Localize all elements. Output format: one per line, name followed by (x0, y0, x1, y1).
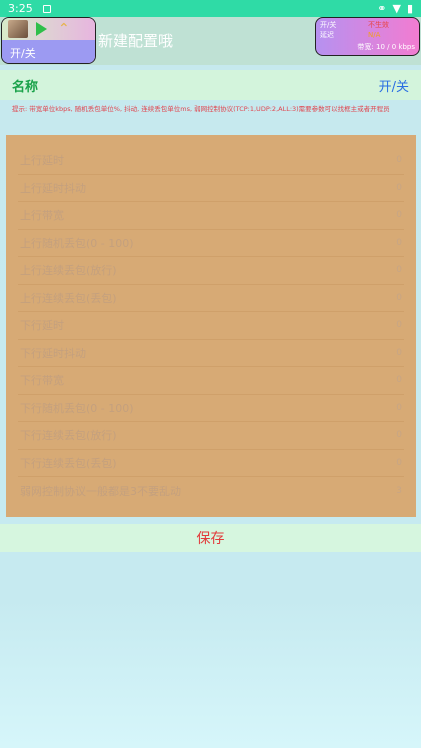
status-onoff-label: 开/关 (320, 21, 337, 29)
link-icon: ⚭ (377, 2, 387, 15)
status-onoff-value: 不生效 (368, 21, 389, 29)
field-input[interactable]: 0 (382, 375, 402, 385)
field-row[interactable]: 上行随机丢包(0 - 100) 0 (18, 230, 404, 257)
play-icon[interactable] (36, 22, 47, 36)
save-button[interactable]: 保存 (0, 524, 421, 552)
field-label: 上行连续丢包(放行) (20, 264, 117, 278)
field-input[interactable]: 0 (382, 458, 402, 468)
floating-panel-toolbar: ⌃ (2, 18, 95, 40)
floating-toggle-button[interactable]: 开/关 (2, 40, 95, 63)
field-input[interactable]: 0 (382, 210, 402, 220)
field-label: 下行随机丢包(0 - 100) (20, 401, 134, 415)
field-input[interactable]: 0 (382, 155, 402, 165)
status-latency-row: 延迟 N/A (320, 30, 415, 40)
field-row[interactable]: 上行延时抖动 0 (18, 175, 404, 202)
field-input[interactable]: 0 (382, 265, 402, 275)
field-row[interactable]: 下行随机丢包(0 - 100) 0 (18, 395, 404, 422)
status-onoff-row: 开/关 不生效 (320, 20, 415, 30)
status-latency-label: 延迟 (320, 31, 334, 39)
name-row: 名称 开/关 (0, 70, 421, 100)
hint-text: 提示: 带宽单位kbps, 随机丢包单位%, 抖动, 连续丢包单位ms, 弱网控… (12, 105, 390, 113)
field-label: 下行连续丢包(放行) (20, 429, 117, 443)
field-label: 上行延时抖动 (20, 181, 86, 195)
field-label: 下行带宽 (20, 374, 64, 388)
field-input[interactable]: 0 (382, 238, 402, 248)
field-row[interactable]: 下行带宽 0 (18, 367, 404, 395)
avatar[interactable] (8, 20, 28, 38)
field-label: 上行延时 (20, 154, 64, 168)
field-label: 上行随机丢包(0 - 100) (20, 236, 134, 250)
field-label: 下行延时 (20, 319, 64, 333)
field-row[interactable]: 下行延时抖动 0 (18, 340, 404, 367)
field-label: 弱网控制协议一般都是3不要乱动 (20, 484, 181, 498)
status-bar: 3:25 ⚭ ▼ ▮ (0, 0, 421, 17)
field-label: 下行延时抖动 (20, 346, 86, 360)
field-input[interactable]: 0 (382, 183, 402, 193)
wifi-icon: ▼ (392, 2, 401, 15)
page-title: 新建配置哦 (98, 32, 174, 50)
status-bandwidth: 带宽: 10 / 0 kbps (357, 43, 415, 51)
clock: 3:25 (8, 2, 33, 15)
field-input[interactable]: 0 (382, 430, 402, 440)
field-label: 上行连续丢包(丢包) (20, 291, 117, 305)
battery-icon: ▮ (406, 2, 413, 15)
field-input[interactable]: 3 (382, 486, 402, 496)
field-row[interactable]: 弱网控制协议一般都是3不要乱动 3 (18, 477, 404, 505)
field-row[interactable]: 下行延时 0 (18, 312, 404, 340)
name-label[interactable]: 名称 (12, 76, 38, 95)
save-button-label: 保存 (196, 531, 225, 547)
field-label: 下行连续丢包(丢包) (20, 456, 117, 470)
field-input[interactable]: 0 (382, 320, 402, 330)
floating-control-panel[interactable]: ⌃ 开/关 (1, 17, 96, 64)
config-form: 上行延时 0 上行延时抖动 0 上行带宽 0 上行随机丢包(0 - 100) 0 上行连… (6, 135, 416, 517)
field-row[interactable]: 上行连续丢包(放行) 0 (18, 257, 404, 285)
field-row[interactable]: 上行延时 0 (18, 147, 404, 175)
field-input[interactable]: 0 (382, 293, 402, 303)
field-input[interactable]: 0 (382, 403, 402, 413)
field-input[interactable]: 0 (382, 348, 402, 358)
enable-toggle-button[interactable]: 开/关 (379, 76, 409, 95)
status-latency-value: N/A (368, 31, 381, 39)
field-row[interactable]: 上行带宽 0 (18, 202, 404, 230)
status-icons: ⚭ ▼ ▮ (377, 2, 413, 15)
app-notification-icon (42, 4, 51, 13)
field-row[interactable]: 下行连续丢包(放行) 0 (18, 422, 404, 450)
field-row[interactable]: 下行连续丢包(丢包) 0 (18, 450, 404, 477)
status-overlay[interactable]: 开/关 不生效 延迟 N/A 带宽: 10 / 0 kbps (315, 17, 420, 56)
field-row[interactable]: 上行连续丢包(丢包) 0 (18, 285, 404, 312)
chevron-up-icon[interactable]: ⌃ (58, 21, 70, 37)
field-label: 上行带宽 (20, 209, 64, 223)
